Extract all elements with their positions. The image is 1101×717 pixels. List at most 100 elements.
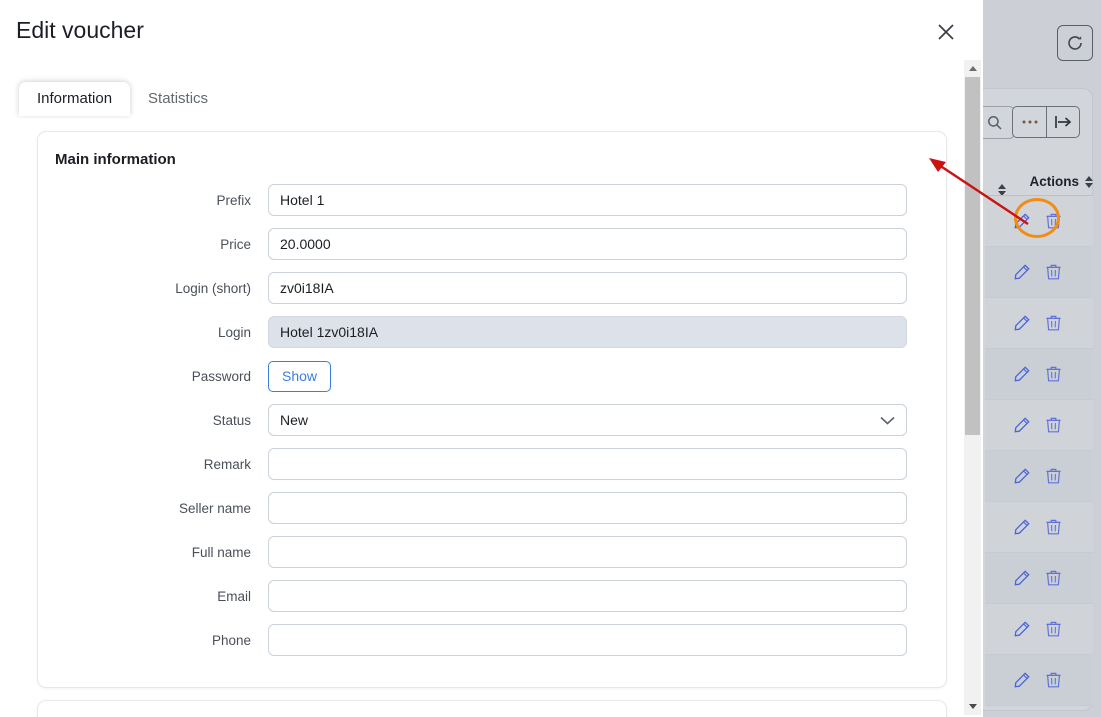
screen: Actions Edit voucher Information Statisti… bbox=[0, 0, 1101, 717]
label-password: Password bbox=[191, 368, 251, 384]
row-delete-button[interactable] bbox=[1043, 211, 1063, 231]
row-delete-button[interactable] bbox=[1043, 517, 1063, 537]
row-edit-button[interactable] bbox=[1012, 619, 1032, 639]
tab-information[interactable]: Information bbox=[19, 82, 131, 116]
label-full-name: Full name bbox=[191, 544, 251, 560]
tab-statistics[interactable]: Statistics bbox=[130, 82, 226, 116]
edit-voucher-modal: Edit voucher Information Statistics Main … bbox=[0, 0, 983, 717]
form-row-status: Status New bbox=[38, 404, 946, 436]
row-edit-button[interactable] bbox=[1012, 517, 1032, 537]
phone-input[interactable] bbox=[268, 624, 907, 656]
form-row-password: Password Show bbox=[38, 360, 946, 392]
row-delete-button[interactable] bbox=[1043, 619, 1063, 639]
edit-pencil-icon bbox=[1014, 672, 1030, 688]
form-row-email: Email bbox=[38, 580, 946, 612]
row-edit-button[interactable] bbox=[1012, 211, 1032, 231]
row-edit-button[interactable] bbox=[1012, 262, 1032, 282]
export-button[interactable] bbox=[1046, 107, 1079, 137]
label-remark: Remark bbox=[203, 456, 251, 472]
row-edit-button[interactable] bbox=[1012, 364, 1032, 384]
seller-name-input[interactable] bbox=[268, 492, 907, 524]
label-seller-name: Seller name bbox=[178, 500, 251, 516]
trash-icon bbox=[1045, 315, 1061, 331]
row-delete-button[interactable] bbox=[1043, 415, 1063, 435]
row-edit-button[interactable] bbox=[1012, 313, 1032, 333]
trash-icon bbox=[1045, 264, 1061, 280]
page-title: Edit voucher bbox=[16, 17, 144, 43]
label-email: Email bbox=[217, 588, 251, 604]
trash-icon bbox=[1045, 621, 1061, 637]
form-row-full-name: Full name bbox=[38, 536, 946, 568]
edit-pencil-icon bbox=[1014, 621, 1030, 637]
full-name-input[interactable] bbox=[268, 536, 907, 568]
scroll-up-button[interactable] bbox=[964, 60, 981, 77]
row-edit-button[interactable] bbox=[1012, 568, 1032, 588]
label-login: Login bbox=[217, 324, 251, 340]
refresh-button[interactable] bbox=[1057, 25, 1093, 61]
trash-icon bbox=[1045, 366, 1061, 382]
label-login-short: Login (short) bbox=[175, 280, 251, 296]
form-row-seller-name: Seller name bbox=[38, 492, 946, 524]
status-select-value: New bbox=[280, 412, 309, 428]
row-edit-button[interactable] bbox=[1012, 670, 1032, 690]
edit-pencil-icon bbox=[1014, 264, 1030, 280]
close-button[interactable] bbox=[932, 18, 960, 46]
table-row bbox=[985, 553, 1093, 604]
export-icon bbox=[1055, 116, 1072, 128]
row-edit-button[interactable] bbox=[1012, 415, 1032, 435]
trash-icon bbox=[1045, 468, 1061, 484]
main-information-card: Main information Prefix Price Login (short… bbox=[37, 131, 947, 688]
sort-arrows-icon[interactable] bbox=[1085, 175, 1093, 188]
edit-pencil-icon bbox=[1014, 366, 1030, 382]
voucher-form: Prefix Price Login (short) Login Password Sho… bbox=[38, 184, 946, 668]
trash-icon bbox=[1045, 519, 1061, 535]
close-icon bbox=[938, 24, 954, 40]
table-body bbox=[985, 196, 1093, 717]
refresh-icon bbox=[1068, 36, 1082, 50]
scroll-down-button[interactable] bbox=[964, 698, 981, 715]
table-row bbox=[985, 298, 1093, 349]
show-password-button[interactable]: Show bbox=[268, 360, 332, 392]
chevron-down-icon bbox=[880, 416, 895, 425]
form-row-price: Price bbox=[38, 228, 946, 260]
remark-input[interactable] bbox=[268, 448, 907, 480]
actions-column-header[interactable]: Actions bbox=[1029, 174, 1093, 189]
card-title: Main information bbox=[55, 151, 176, 168]
row-delete-button[interactable] bbox=[1043, 568, 1063, 588]
scrollbar-thumb[interactable] bbox=[965, 77, 980, 435]
trash-icon bbox=[1045, 417, 1061, 433]
edit-pencil-icon bbox=[1014, 417, 1030, 433]
form-row-phone: Phone bbox=[38, 624, 946, 656]
row-delete-button[interactable] bbox=[1043, 262, 1063, 282]
table-row bbox=[985, 451, 1093, 502]
table-row bbox=[985, 247, 1093, 298]
edit-pencil-icon bbox=[1014, 213, 1030, 229]
label-phone: Phone bbox=[211, 632, 251, 648]
label-prefix: Prefix bbox=[216, 192, 251, 208]
table-row bbox=[985, 349, 1093, 400]
trash-icon bbox=[1045, 213, 1061, 229]
status-select[interactable]: New bbox=[268, 404, 907, 436]
actions-column-label: Actions bbox=[1029, 174, 1079, 189]
row-delete-button[interactable] bbox=[1043, 364, 1063, 384]
search-icon bbox=[987, 116, 1002, 130]
login-short-input[interactable] bbox=[268, 272, 907, 304]
row-delete-button[interactable] bbox=[1043, 313, 1063, 333]
table-toolbar bbox=[1012, 106, 1080, 138]
prefix-input[interactable] bbox=[268, 184, 907, 216]
ellipsis-icon bbox=[1022, 120, 1037, 124]
more-options-button[interactable] bbox=[1013, 107, 1046, 137]
row-delete-button[interactable] bbox=[1043, 670, 1063, 690]
row-delete-button[interactable] bbox=[1043, 466, 1063, 486]
modal-scrollbar[interactable] bbox=[964, 60, 981, 715]
form-row-prefix: Prefix bbox=[38, 184, 946, 216]
login-input bbox=[268, 316, 907, 348]
trash-icon bbox=[1045, 672, 1061, 688]
form-row-login: Login bbox=[38, 316, 946, 348]
email-input[interactable] bbox=[268, 580, 907, 612]
price-input[interactable] bbox=[268, 228, 907, 260]
row-edit-button[interactable] bbox=[1012, 466, 1032, 486]
table-row bbox=[985, 502, 1093, 553]
table-row bbox=[985, 400, 1093, 451]
tab-bar: Information Statistics bbox=[19, 79, 965, 116]
